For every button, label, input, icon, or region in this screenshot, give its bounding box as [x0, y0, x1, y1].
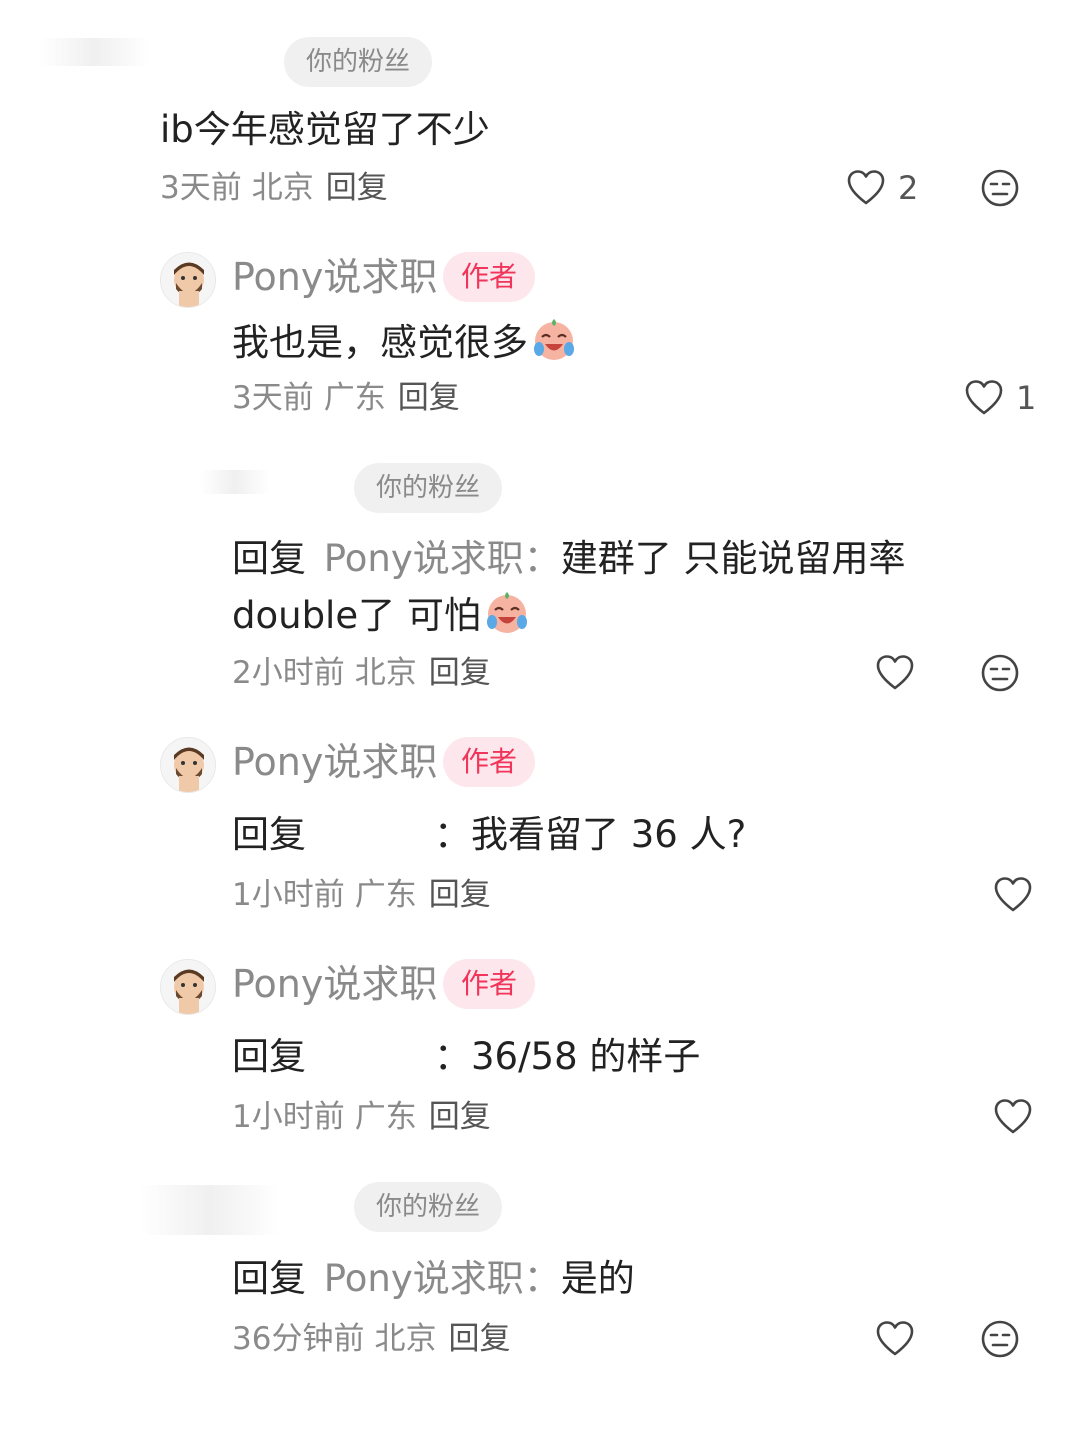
comment-text-line: 建群了 只能说留用率 — [560, 537, 906, 580]
like-count: 2 — [898, 169, 919, 207]
author-badge: 作者 — [443, 252, 535, 302]
colon: ： — [523, 537, 561, 580]
author-badge: 作者 — [443, 737, 535, 787]
reply-prefix: 回复 — [232, 537, 306, 580]
author-name[interactable]: Pony说求职 — [232, 959, 437, 1009]
comment-meta: 2小时前 北京 回复 — [232, 653, 491, 693]
comment-text: 我也是，感觉很多 — [232, 315, 578, 368]
like-button[interactable] — [993, 875, 1033, 915]
avatar[interactable] — [160, 737, 216, 793]
comment-text: 回复 ：我看留了 36 人? — [232, 810, 746, 860]
comment-text: 回复 Pony说求职：是的 — [232, 1254, 635, 1304]
comment-location: 广东 — [354, 877, 417, 913]
redacted-username — [40, 38, 150, 66]
comment-text: 回复 ：36/58 的样子 — [232, 1032, 700, 1082]
colon: ： — [434, 813, 471, 856]
comment-time: 1小时前 — [232, 1099, 345, 1135]
comment-meta: 1小时前 广东 回复 — [232, 1097, 491, 1137]
reply-button[interactable]: 回复 — [448, 1321, 510, 1357]
crying-laughing-emoji — [534, 319, 574, 360]
heart-outline-icon — [994, 877, 1032, 912]
comment-text-content: 是的 — [560, 1257, 635, 1300]
reply-button[interactable]: 回复 — [326, 170, 388, 206]
comment-location: 广东 — [323, 380, 386, 416]
fan-badge: 你的粉丝 — [354, 463, 502, 513]
comment-location: 北京 — [251, 170, 314, 206]
comment-location: 广东 — [354, 1099, 417, 1135]
author-badge: 作者 — [443, 959, 535, 1009]
comment-time: 1小时前 — [232, 877, 345, 913]
redacted-username — [140, 1185, 280, 1235]
fan-badge: 你的粉丝 — [284, 37, 432, 87]
like-button[interactable] — [875, 653, 915, 693]
heart-outline-icon — [994, 1099, 1032, 1134]
reply-button[interactable]: 回复 — [429, 655, 491, 691]
comment-meta: 1小时前 广东 回复 — [232, 875, 491, 915]
comment-time: 3天前 — [232, 380, 314, 416]
fan-badge: 你的粉丝 — [354, 1182, 502, 1232]
author-name[interactable]: Pony说求职 — [232, 252, 437, 302]
reply-prefix: 回复 — [232, 1257, 306, 1300]
reply-prefix: 回复 — [232, 813, 306, 856]
comment-text: 回复 Pony说求职：建群了 只能说留用率 — [232, 534, 906, 584]
comment-meta: 3天前 北京 回复 — [160, 168, 388, 208]
comment-text-content: 我看留了 36 人? — [471, 813, 747, 856]
reply-button[interactable]: 回复 — [429, 877, 491, 913]
redacted-username — [200, 470, 270, 494]
dislike-button[interactable] — [980, 168, 1020, 212]
like-button[interactable]: 1 — [964, 378, 1036, 418]
comment-meta: 3天前 广东 回复 — [232, 378, 460, 418]
comment-location: 北京 — [354, 655, 417, 691]
neutral-face-icon — [981, 169, 1019, 207]
comment-text-continued: double了 可怕 — [232, 588, 531, 641]
comment-time: 2小时前 — [232, 655, 345, 691]
reply-target-name[interactable]: Pony说求职 — [324, 1257, 524, 1300]
heart-outline-icon — [876, 1321, 914, 1356]
heart-outline-icon — [876, 655, 914, 690]
like-button[interactable]: 2 — [846, 168, 918, 208]
crying-laughing-emoji — [486, 592, 527, 633]
comment-thread: 你的粉丝 ib今年感觉留了不少 3天前 北京 回复 2 Pony说求职 作者 我也是… — [0, 0, 1080, 1440]
reply-button[interactable]: 回复 — [398, 380, 460, 416]
neutral-face-icon — [981, 1320, 1019, 1358]
colon: ： — [523, 1257, 561, 1300]
like-count: 1 — [1016, 379, 1037, 417]
avatar[interactable] — [160, 959, 216, 1015]
comment-text-content: 36/58 的样子 — [471, 1035, 701, 1078]
comment-text-line: double了 可怕 — [232, 594, 481, 637]
avatar[interactable] — [160, 252, 216, 308]
dislike-button[interactable] — [980, 653, 1020, 697]
comment-text-content: 我也是，感觉很多 — [232, 321, 528, 364]
comment-meta: 36分钟前 北京 回复 — [232, 1319, 510, 1359]
comment-text: ib今年感觉留了不少 — [160, 108, 490, 151]
comment-location: 北京 — [374, 1321, 437, 1357]
reply-button[interactable]: 回复 — [429, 1099, 491, 1135]
dislike-button[interactable] — [980, 1319, 1020, 1363]
heart-outline-icon — [965, 380, 1003, 415]
neutral-face-icon — [981, 654, 1019, 692]
colon: ： — [434, 1035, 471, 1078]
like-button[interactable] — [875, 1319, 915, 1359]
reply-target-name[interactable]: Pony说求职 — [324, 537, 524, 580]
like-button[interactable] — [993, 1097, 1033, 1137]
reply-prefix: 回复 — [232, 1035, 306, 1078]
comment-time: 36分钟前 — [232, 1321, 365, 1357]
comment-time: 3天前 — [160, 170, 242, 206]
author-name[interactable]: Pony说求职 — [232, 737, 437, 787]
heart-outline-icon — [847, 170, 885, 205]
